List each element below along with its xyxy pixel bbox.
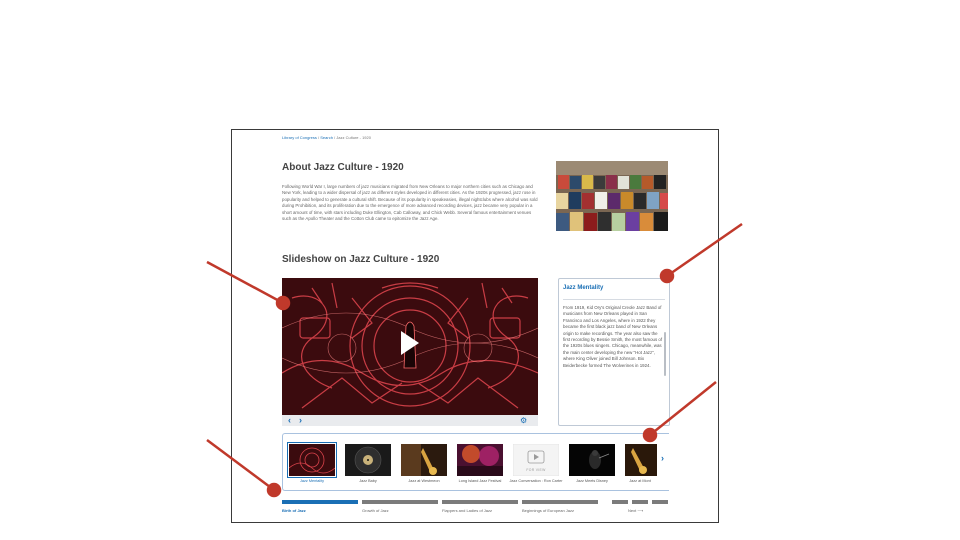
callout-dot-video xyxy=(275,295,291,311)
callout-dot-thumbnails xyxy=(642,427,658,443)
callout-line-timeline xyxy=(206,438,275,492)
annotation-callouts xyxy=(206,222,743,498)
callout-dot-timeline xyxy=(266,482,282,498)
callout-line-info-panel xyxy=(666,222,743,278)
callout-line-video xyxy=(206,260,284,305)
callout-dot-info-panel xyxy=(659,268,675,284)
callout-line-thumbnails xyxy=(649,381,717,436)
